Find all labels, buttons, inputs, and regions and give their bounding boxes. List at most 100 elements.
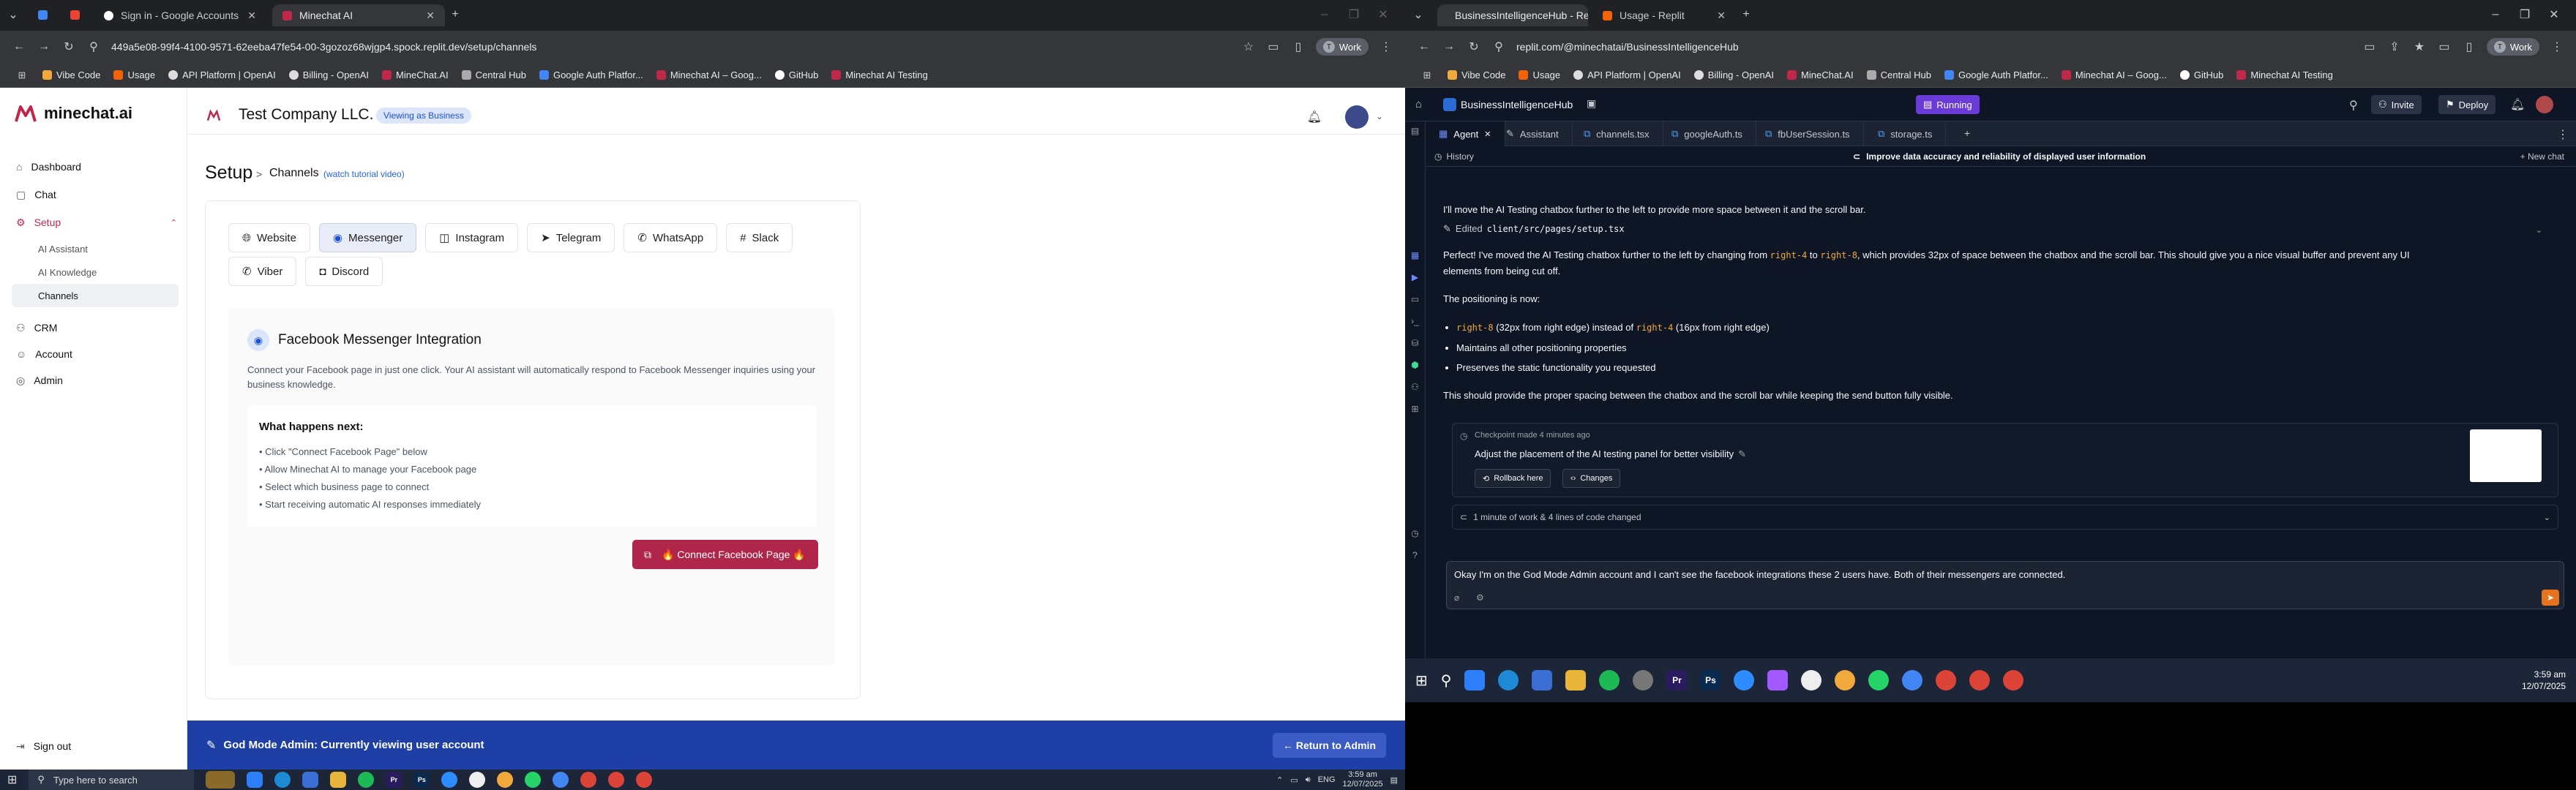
history-button[interactable]: ◷ History: [1434, 151, 1474, 162]
bookmark[interactable]: Minechat AI – Goog...: [656, 69, 762, 80]
more-icon[interactable]: ⋮: [2557, 127, 2569, 142]
reload-icon[interactable]: ↻: [61, 40, 76, 54]
search-icon[interactable]: ⚲: [2349, 98, 2358, 113]
bookmark[interactable]: Minechat AI Testing: [831, 69, 928, 80]
taskbar-app-icon[interactable]: [206, 771, 236, 789]
new-tab-icon[interactable]: +: [448, 7, 463, 22]
sidebar-item-admin[interactable]: ◎ Admin: [0, 369, 187, 392]
extension-icon[interactable]: ▭: [1266, 40, 1281, 54]
chrome-icon[interactable]: [1969, 670, 1991, 691]
menu-icon[interactable]: ⋮: [2550, 40, 2564, 54]
replit-avatar[interactable]: [1443, 98, 1456, 111]
close-window-icon[interactable]: ✕: [1376, 7, 1390, 22]
bookmark[interactable]: Google Auth Platfor...: [539, 69, 643, 80]
tab-assistant[interactable]: ✎ Assistant: [1493, 121, 1573, 146]
profile-button[interactable]: T Work: [2486, 38, 2539, 56]
agent-icon[interactable]: ▦: [1411, 250, 1419, 260]
spotify-icon[interactable]: [1599, 670, 1620, 691]
avatar[interactable]: [1345, 105, 1368, 129]
folder-icon[interactable]: [330, 772, 347, 788]
pencil-icon[interactable]: ✎: [1738, 448, 1746, 460]
windows-start-icon[interactable]: ⊞: [1415, 672, 1428, 690]
tab-channels-tsx[interactable]: ⧉ channels.tsx: [1570, 121, 1663, 146]
channel-whatsapp[interactable]: ✆ WhatsApp: [624, 223, 718, 252]
site-info-icon[interactable]: ⚲: [1491, 40, 1506, 54]
app-icon[interactable]: [1633, 670, 1654, 691]
agent-input-text[interactable]: Okay I'm on the God Mode Admin account a…: [1454, 569, 2065, 580]
sidepanel-icon[interactable]: ▯: [1291, 40, 1306, 54]
premiere-icon[interactable]: Pr: [1666, 670, 1688, 691]
windows-start-icon[interactable]: ⊞: [7, 772, 17, 787]
return-to-admin-button[interactable]: ← Return to Admin: [1272, 732, 1386, 758]
star-icon[interactable]: ☆: [1241, 40, 1256, 54]
connect-facebook-button[interactable]: ⧉ 🔥 Connect Facebook Page 🔥: [632, 540, 818, 569]
tab-fbusersession-ts[interactable]: ⧉ fbUserSession.ts: [1752, 121, 1864, 146]
volume-icon[interactable]: 🔊︎: [1306, 775, 1311, 785]
lang-indicator[interactable]: ENG: [1318, 775, 1336, 784]
restore-icon[interactable]: ❐: [2517, 7, 2532, 22]
logo[interactable]: minechat.ai: [15, 104, 132, 123]
tray-up-icon[interactable]: ⌃: [1276, 775, 1283, 785]
edge-icon[interactable]: [1498, 670, 1519, 691]
chevron-down-icon[interactable]: ⌄: [1376, 111, 1383, 121]
forward-icon[interactable]: →: [1442, 40, 1456, 54]
agent-input[interactable]: Okay I'm on the God Mode Admin account a…: [1446, 561, 2564, 609]
tab-minechat[interactable]: Minechat AI ✕: [272, 4, 445, 26]
sidebar-sub-ai-assistant[interactable]: AI Assistant: [0, 237, 187, 260]
bookmark[interactable]: Vibe Code: [1448, 69, 1505, 80]
files-icon[interactable]: ▤: [1411, 126, 1419, 136]
photoshop-icon[interactable]: Ps: [413, 772, 430, 788]
channel-messenger[interactable]: ◉ Messenger: [318, 223, 417, 252]
bell-icon[interactable]: 🔔︎: [1307, 110, 1322, 124]
channel-website[interactable]: 🌐︎ Website: [228, 223, 310, 252]
store-icon[interactable]: [1532, 670, 1553, 691]
bookmark[interactable]: Vibe Code: [42, 69, 100, 80]
users-icon[interactable]: ⚇: [1411, 382, 1419, 392]
changes-button[interactable]: ‹› Changes: [1562, 469, 1621, 488]
bookmark[interactable]: Central Hub: [1866, 69, 1931, 80]
chevron-up-icon[interactable]: ⌃: [171, 218, 177, 227]
close-icon[interactable]: ✕: [247, 10, 256, 22]
photoshop-icon[interactable]: Ps: [1700, 670, 1721, 691]
site-info-icon[interactable]: ⚲: [86, 40, 101, 54]
favicon-1[interactable]: [38, 10, 48, 20]
bookmark[interactable]: Minechat AI Testing: [2236, 69, 2333, 80]
edge-icon[interactable]: [274, 772, 291, 788]
close-icon[interactable]: ✕: [426, 10, 435, 22]
minimize-icon[interactable]: –: [1317, 7, 1332, 22]
back-icon[interactable]: ←: [1417, 40, 1431, 54]
sidebar-item-chat[interactable]: ▢ Chat: [0, 183, 187, 206]
sidebar-item-account[interactable]: ☺ Account: [0, 342, 187, 366]
chrome-icon[interactable]: [636, 772, 653, 788]
notification-icon[interactable]: ▤: [1390, 775, 1398, 785]
star-icon[interactable]: ★: [2412, 40, 2427, 54]
database-icon[interactable]: ⛁: [1411, 338, 1418, 348]
tab-search-icon[interactable]: ⌄: [6, 7, 20, 22]
help-icon[interactable]: ?: [1412, 550, 1418, 560]
sidebar-sub-ai-knowledge[interactable]: AI Knowledge: [0, 260, 187, 284]
bell-icon[interactable]: 🔔︎: [2510, 97, 2525, 112]
bookmark[interactable]: Billing - OpenAI: [288, 69, 369, 80]
preview-icon[interactable]: ▭: [1411, 294, 1419, 304]
chrome-icon[interactable]: [497, 772, 514, 788]
chrome-icon[interactable]: [2003, 670, 2024, 691]
bookmark[interactable]: API Platform | OpenAI: [168, 69, 276, 80]
clock[interactable]: 3:59 am 12/07/2025: [1343, 770, 1383, 789]
bookmark[interactable]: Central Hub: [461, 69, 526, 80]
project-name[interactable]: BusinessIntelligenceHub: [1461, 99, 1573, 110]
shell-icon[interactable]: ›_: [1411, 316, 1419, 326]
clock[interactable]: 3:59 am 12/07/2025: [2522, 669, 2566, 692]
zoom-icon[interactable]: [1734, 670, 1755, 691]
new-tab-icon[interactable]: +: [1964, 127, 1970, 139]
bookmark[interactable]: MineChat.AI: [382, 69, 449, 80]
bookmark[interactable]: GitHub: [774, 69, 818, 80]
search-icon[interactable]: ⚲: [1441, 672, 1452, 690]
run-icon[interactable]: ▶: [1412, 272, 1418, 282]
settings-icon[interactable]: ⚙: [1476, 592, 1484, 603]
sidebar-toggle-icon[interactable]: ▣: [1587, 97, 1596, 110]
new-chat-button[interactable]: + New chat: [2520, 151, 2564, 162]
url-field[interactable]: 449a5e08-99f4-4100-9571-62eeba47fe54-00-…: [111, 41, 1231, 53]
send-button[interactable]: ➤: [2542, 590, 2559, 606]
deploy-button[interactable]: ⚑ Deploy: [2438, 95, 2496, 114]
chrome-icon[interactable]: [1835, 670, 1856, 691]
